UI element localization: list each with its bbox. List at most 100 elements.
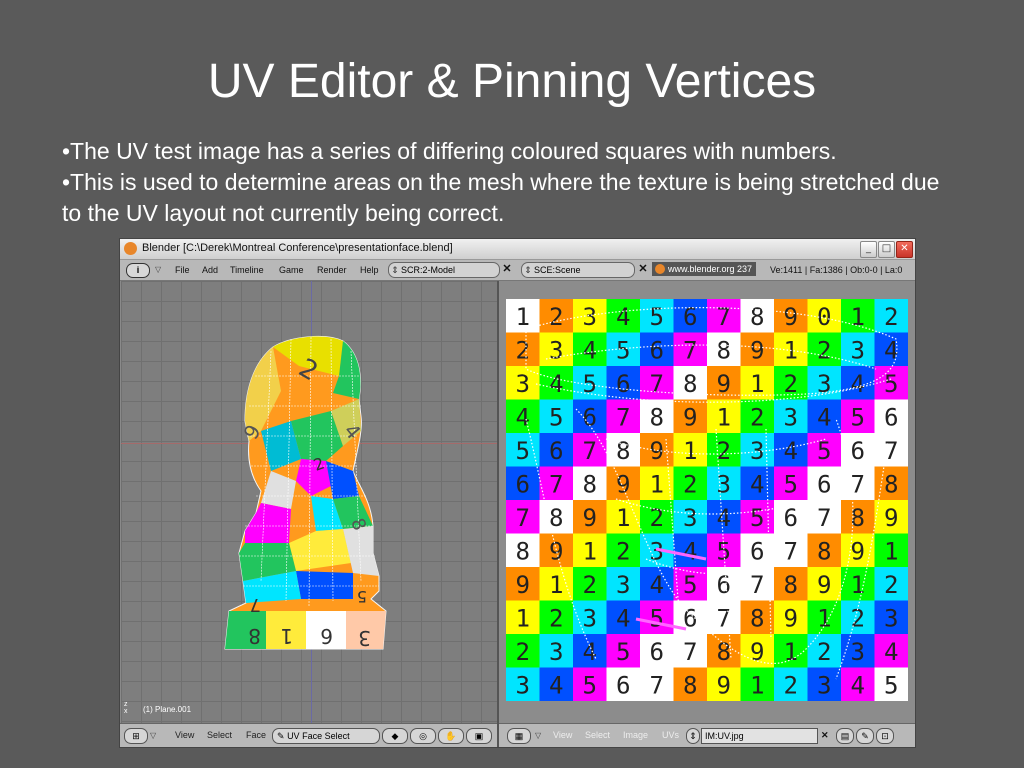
mode-selector[interactable]: ✎ UV Face Select bbox=[272, 728, 380, 744]
menu-uvs[interactable]: UVs bbox=[662, 724, 679, 747]
menu-select[interactable]: Select bbox=[207, 724, 232, 747]
uv-square-number: 9 bbox=[549, 538, 564, 566]
uv-square-number: 5 bbox=[750, 504, 765, 532]
uv-square-number: 7 bbox=[716, 303, 731, 331]
uv-square-number: 3 bbox=[515, 672, 530, 700]
uv-square-number: 4 bbox=[582, 638, 597, 666]
menu-add[interactable]: Add bbox=[202, 260, 218, 280]
uv-square-number: 2 bbox=[549, 303, 564, 331]
uv-square-number: 2 bbox=[884, 303, 899, 331]
paint-tool-button[interactable]: ✎ bbox=[856, 728, 874, 744]
bullet-list: •The UV test image has a series of diffe… bbox=[62, 136, 962, 229]
image-browse-button[interactable]: ⇕ bbox=[686, 728, 700, 744]
uv-square-number: 1 bbox=[582, 538, 597, 566]
uv-square-number: 9 bbox=[783, 303, 798, 331]
uv-square-number: 6 bbox=[783, 504, 798, 532]
mode-name: UV Face Select bbox=[287, 731, 350, 741]
menu-face[interactable]: Face bbox=[246, 724, 266, 747]
maximize-button[interactable]: □ bbox=[878, 241, 895, 258]
blender-org-link[interactable]: www.blender.org 237 bbox=[652, 262, 757, 276]
uv-square-number: 4 bbox=[582, 337, 597, 365]
uv-square-number: 6 bbox=[649, 337, 664, 365]
menu-view[interactable]: View bbox=[553, 724, 572, 747]
delete-screen-button[interactable]: ✕ bbox=[500, 262, 514, 276]
proportional-edit-button[interactable]: ◎ bbox=[410, 728, 436, 744]
image-editor-header: ▦ ▽ View Select Image UVs ⇕ IM:UV.jpg ✕ … bbox=[499, 723, 915, 747]
menu-help[interactable]: Help bbox=[360, 260, 379, 280]
draw-type-button[interactable]: ◆ bbox=[382, 728, 408, 744]
face-number: 3 bbox=[358, 626, 371, 650]
uv-square-number: 6 bbox=[616, 370, 631, 398]
menu-collapse-triangle-icon[interactable]: ▽ bbox=[535, 724, 541, 747]
3d-viewport[interactable]: 2 8 4 9 7 8 1 6 5 3 2 zx (1) Plane.001 bbox=[121, 281, 497, 723]
uv-square-number: 2 bbox=[783, 370, 798, 398]
blender-logo-icon bbox=[655, 264, 665, 274]
uv-square-number: 3 bbox=[549, 638, 564, 666]
uv-square-number: 8 bbox=[616, 437, 631, 465]
uv-square-number: 8 bbox=[750, 605, 765, 633]
uv-square-number: 8 bbox=[683, 672, 698, 700]
uv-square-number: 7 bbox=[683, 337, 698, 365]
uv-square-number: 4 bbox=[716, 504, 731, 532]
menu-collapse-triangle-icon[interactable]: ▽ bbox=[150, 724, 156, 747]
uv-square-number: 1 bbox=[683, 437, 698, 465]
scene-stats: Ve:1411 | Fa:1386 | Ob:0-0 | La:0 bbox=[770, 265, 903, 275]
uv-square-number: 2 bbox=[783, 672, 798, 700]
delete-scene-button[interactable]: ✕ bbox=[636, 262, 650, 276]
uv-square-number: 9 bbox=[515, 571, 530, 599]
editor-type-icon[interactable]: ⊞ bbox=[124, 728, 148, 744]
uv-square-number: 2 bbox=[683, 471, 698, 499]
uv-square-number: 2 bbox=[817, 638, 832, 666]
menu-image[interactable]: Image bbox=[623, 724, 648, 747]
hand-tool-button[interactable]: ✋ bbox=[438, 728, 464, 744]
uv-square-number: 5 bbox=[783, 471, 798, 499]
uv-square-number: 3 bbox=[817, 672, 832, 700]
uv-square-number: 4 bbox=[850, 672, 865, 700]
minimize-button[interactable]: _ bbox=[860, 241, 877, 258]
uv-square-number: 1 bbox=[515, 605, 530, 633]
uv-square-number: 1 bbox=[884, 538, 899, 566]
uv-square-number: 5 bbox=[549, 404, 564, 432]
uv-square-number: 8 bbox=[884, 471, 899, 499]
menu-timeline[interactable]: Timeline bbox=[230, 260, 264, 280]
axis-x-label: x bbox=[124, 708, 128, 715]
axis-z-label: z bbox=[124, 701, 128, 708]
uv-square-number: 7 bbox=[683, 638, 698, 666]
uv-square-number: 8 bbox=[515, 538, 530, 566]
view-axis-indicator: zx bbox=[124, 701, 128, 715]
uv-square-number: 5 bbox=[582, 672, 597, 700]
close-button[interactable]: ✕ bbox=[896, 241, 913, 258]
uv-square-number: 3 bbox=[783, 404, 798, 432]
uv-square-number: 3 bbox=[850, 337, 865, 365]
menu-render[interactable]: Render bbox=[317, 260, 347, 280]
screen-selector[interactable]: ⇕ SCR:2-Model bbox=[388, 262, 500, 278]
menu-select[interactable]: Select bbox=[585, 724, 610, 747]
info-window-icon[interactable]: i bbox=[126, 263, 150, 278]
uv-square-number: 4 bbox=[616, 303, 631, 331]
menu-game[interactable]: Game bbox=[279, 260, 304, 280]
clear-image-button[interactable]: ✕ bbox=[821, 724, 829, 747]
uv-square-number: 3 bbox=[817, 370, 832, 398]
window-titlebar[interactable]: Blender [C:\Derek\Montreal Conference\pr… bbox=[120, 239, 915, 260]
pack-image-button[interactable]: ▤ bbox=[836, 728, 854, 744]
uv-square-number: 9 bbox=[616, 471, 631, 499]
menu-view[interactable]: View bbox=[175, 724, 194, 747]
head-mesh[interactable]: 2 8 4 9 7 8 1 6 5 3 2 bbox=[121, 281, 497, 723]
layer-button[interactable]: ▣ bbox=[466, 728, 492, 744]
uv-test-image[interactable]: 1 2 3 4 5 6 7 8 9 0 1 22 3 4 5 6 7 8 9 1 2 3 43 4 5 6 7 8 9 1 2 3 4 54 5 6 7… bbox=[506, 299, 908, 701]
uv-square-number: 4 bbox=[750, 471, 765, 499]
uv-face-select-icon: ✎ bbox=[277, 731, 285, 741]
image-name-field[interactable]: IM:UV.jpg bbox=[701, 728, 818, 744]
uv-square-number: 4 bbox=[850, 370, 865, 398]
menu-collapse-triangle-icon[interactable]: ▽ bbox=[155, 260, 161, 280]
uv-square-number: 1 bbox=[616, 504, 631, 532]
editor-type-icon[interactable]: ▦ bbox=[507, 728, 531, 744]
updown-arrow-icon: ⇕ bbox=[524, 265, 532, 275]
lock-button[interactable]: ⊡ bbox=[876, 728, 894, 744]
menu-file[interactable]: File bbox=[175, 260, 190, 280]
uv-square-number: 4 bbox=[783, 437, 798, 465]
uv-image-editor[interactable]: 1234567890122345678912343456789123454567… bbox=[499, 281, 915, 723]
scene-selector[interactable]: ⇕ SCE:Scene bbox=[521, 262, 635, 278]
bullet-item: •This is used to determine areas on the … bbox=[62, 169, 940, 226]
uv-square-number: 9 bbox=[850, 538, 865, 566]
